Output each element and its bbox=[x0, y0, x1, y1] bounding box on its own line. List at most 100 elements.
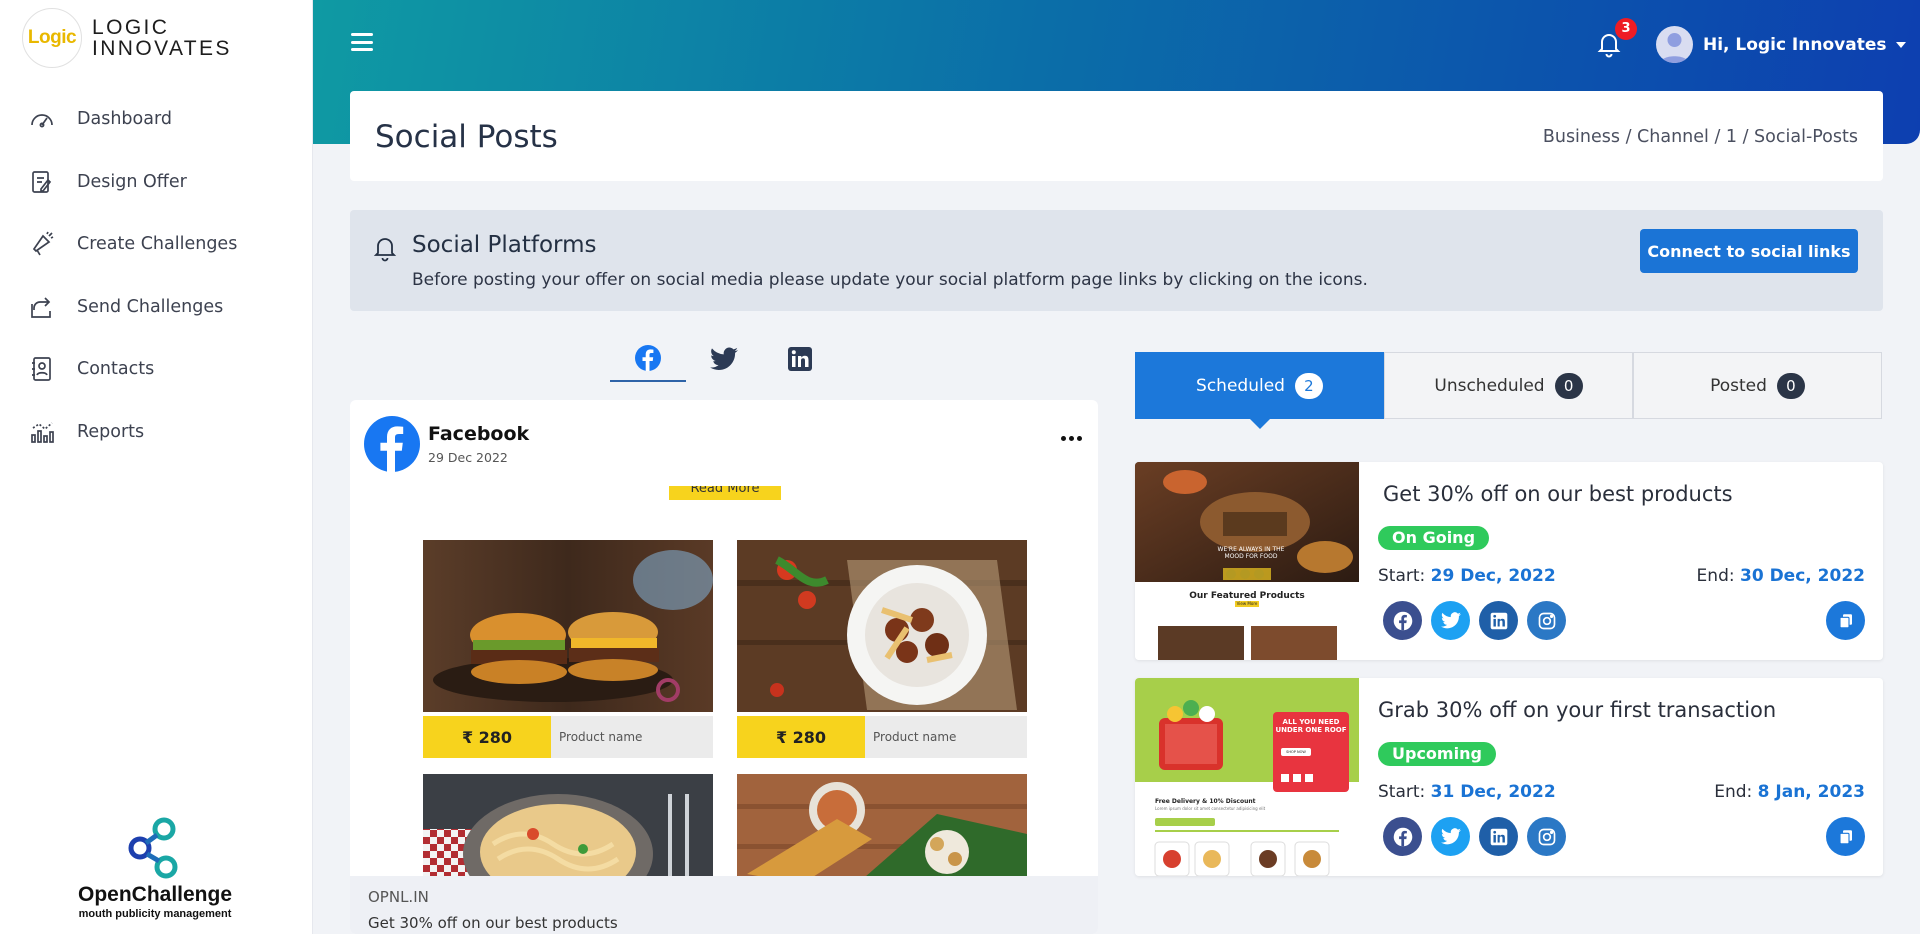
end-date: 30 Dec, 2022 bbox=[1740, 566, 1865, 586]
bell-icon bbox=[373, 238, 397, 262]
product-price: ₹ 280 bbox=[737, 716, 865, 758]
count-badge: 0 bbox=[1554, 372, 1583, 399]
share-twitter-icon[interactable] bbox=[1431, 817, 1470, 856]
copy-icon[interactable] bbox=[1826, 817, 1865, 856]
thumbnail-description: Lorem ipsum dolor sit amet consectetur a… bbox=[1155, 806, 1266, 811]
offer-card: ALL YOU NEED UNDER ONE ROOF SHOP NOW Fre… bbox=[1135, 678, 1883, 876]
openchallenge-logo-icon bbox=[128, 817, 178, 879]
product-price-bar: ₹ 280 Product name bbox=[423, 716, 713, 758]
chart-icon bbox=[31, 422, 54, 443]
breadcrumb[interactable]: Business / Channel / 1 / Social-Posts bbox=[1543, 127, 1858, 147]
offer-body: Get 30% off on our best products On Goin… bbox=[1378, 462, 1865, 660]
thumbnail-tagline: WE'RE ALWAYS IN THE MOOD FOR FOOD bbox=[1217, 546, 1285, 560]
sidebar-item-label: Send Challenges bbox=[77, 296, 224, 317]
facebook-icon bbox=[364, 416, 420, 472]
product-price-bar: ₹ 280 Product name bbox=[737, 716, 1027, 758]
connect-social-links-button[interactable]: Connect to social links bbox=[1640, 229, 1858, 273]
gauge-icon bbox=[31, 114, 53, 128]
sidebar: Logic LOGIC INNOVATES Dashboard Design O… bbox=[0, 0, 313, 934]
count-badge: 2 bbox=[1294, 372, 1323, 399]
brand-logo: Logic bbox=[22, 8, 82, 68]
schedule-tabs: Scheduled 2 Unscheduled 0 Posted 0 bbox=[1135, 352, 1882, 429]
burger-photo bbox=[423, 540, 713, 712]
offer-end: End: 8 Jan, 2023 bbox=[1714, 782, 1865, 802]
tab-facebook[interactable] bbox=[610, 336, 686, 382]
offer-thumbnail bbox=[1135, 678, 1359, 876]
more-options-icon[interactable] bbox=[1061, 436, 1082, 441]
tab-twitter[interactable] bbox=[686, 336, 762, 382]
sidebar-item-contacts[interactable]: Contacts bbox=[0, 338, 313, 401]
design-icon bbox=[32, 170, 52, 193]
product-price: ₹ 280 bbox=[423, 716, 551, 758]
offer-end: End: 30 Dec, 2022 bbox=[1697, 566, 1865, 586]
share-icons bbox=[1383, 817, 1566, 856]
brand[interactable]: Logic LOGIC INNOVATES bbox=[22, 8, 232, 68]
tab-scheduled[interactable]: Scheduled 2 bbox=[1135, 352, 1384, 429]
sidebar-item-design-offer[interactable]: Design Offer bbox=[0, 151, 313, 214]
twitter-icon bbox=[710, 347, 738, 370]
tab-unscheduled[interactable]: Unscheduled 0 bbox=[1384, 352, 1633, 419]
banner-description: Before posting your offer on social medi… bbox=[412, 270, 1368, 290]
user-greeting: Hi, Logic Innovates bbox=[1703, 34, 1887, 55]
share-facebook-icon[interactable] bbox=[1383, 601, 1422, 640]
pasta-photo bbox=[737, 540, 1027, 712]
read-more-label: Read More bbox=[669, 486, 781, 500]
end-label: End: bbox=[1714, 782, 1753, 802]
openchallenge-title: OpenChallenge bbox=[77, 883, 233, 906]
offer-start: Start: 31 Dec, 2022 bbox=[1378, 782, 1556, 802]
thumbnail-shop-button: SHOP NOW bbox=[1286, 750, 1306, 754]
start-label: Start: bbox=[1378, 782, 1426, 802]
post-header: Facebook 29 Dec 2022 bbox=[364, 416, 529, 472]
notification-count-badge: 3 bbox=[1615, 18, 1637, 40]
openchallenge-subtitle: mouth publicity management bbox=[78, 908, 232, 920]
sidebar-item-reports[interactable]: Reports bbox=[0, 401, 313, 464]
menu-toggle-icon[interactable] bbox=[351, 33, 373, 51]
offer-start: Start: 29 Dec, 2022 bbox=[1378, 566, 1556, 586]
share-instagram-icon[interactable] bbox=[1527, 601, 1566, 640]
facebook-post-preview: Facebook 29 Dec 2022 Read More ₹ 280 Pro… bbox=[350, 400, 1098, 934]
brand-name: LOGIC INNOVATES bbox=[92, 16, 232, 60]
sidebar-item-create-challenges[interactable]: Create Challenges bbox=[0, 213, 313, 276]
share-linkedin-icon[interactable] bbox=[1479, 601, 1518, 640]
social-platforms-banner: Social Platforms Before posting your off… bbox=[350, 210, 1883, 311]
product-card: ₹ 280 Product name bbox=[737, 540, 1027, 758]
post-link-preview[interactable]: OPNL.IN Get 30% off on our best products bbox=[350, 876, 1098, 934]
sidebar-item-label: Contacts bbox=[77, 359, 155, 380]
share-instagram-icon[interactable] bbox=[1527, 817, 1566, 856]
copy-icon[interactable] bbox=[1826, 601, 1865, 640]
tab-posted[interactable]: Posted 0 bbox=[1633, 352, 1882, 419]
post-page-name: Facebook bbox=[428, 423, 530, 445]
share-facebook-icon[interactable] bbox=[1383, 817, 1422, 856]
sidebar-item-label: Reports bbox=[77, 421, 145, 442]
linkedin-icon bbox=[788, 347, 812, 371]
offer-body: Grab 30% off on your first transaction U… bbox=[1378, 678, 1865, 876]
dosa-photo bbox=[737, 774, 1027, 876]
user-menu[interactable]: Hi, Logic Innovates bbox=[1656, 26, 1907, 63]
end-date: 8 Jan, 2023 bbox=[1757, 782, 1865, 802]
post-site: OPNL.IN bbox=[368, 888, 429, 906]
share-twitter-icon[interactable] bbox=[1431, 601, 1470, 640]
megaphone-icon bbox=[32, 231, 54, 256]
offer-title: Grab 30% off on your first transaction bbox=[1378, 698, 1777, 722]
offer-card: WE'RE ALWAYS IN THE MOOD FOR FOOD Our Fe… bbox=[1135, 462, 1883, 660]
sidebar-item-label: Create Challenges bbox=[77, 234, 238, 255]
share-linkedin-icon[interactable] bbox=[1479, 817, 1518, 856]
tab-label: Scheduled bbox=[1196, 375, 1285, 396]
chevron-down-icon bbox=[1896, 41, 1907, 48]
sidebar-item-dashboard[interactable]: Dashboard bbox=[0, 88, 313, 151]
post-date: 29 Dec 2022 bbox=[428, 450, 508, 465]
platform-tabs bbox=[610, 336, 838, 382]
product-name: Product name bbox=[551, 716, 713, 758]
sidebar-item-send-challenges[interactable]: Send Challenges bbox=[0, 276, 313, 339]
product-card: ₹ 280 Product name bbox=[423, 540, 713, 758]
tab-linkedin[interactable] bbox=[762, 336, 838, 382]
post-caption: Get 30% off on our best products bbox=[368, 914, 618, 932]
status-badge: Upcoming bbox=[1378, 742, 1496, 766]
thumbnail-promo: ALL YOU NEED UNDER ONE ROOF bbox=[1275, 718, 1347, 734]
noodles-photo bbox=[423, 774, 713, 876]
end-label: End: bbox=[1696, 566, 1735, 586]
offer-title: Get 30% off on our best products bbox=[1383, 482, 1733, 506]
sidebar-nav: Dashboard Design Offer Create Challenges… bbox=[0, 88, 313, 463]
sidebar-item-label: Dashboard bbox=[77, 109, 172, 130]
thumbnail-heading: Free Delivery & 10% Discount bbox=[1155, 798, 1256, 805]
